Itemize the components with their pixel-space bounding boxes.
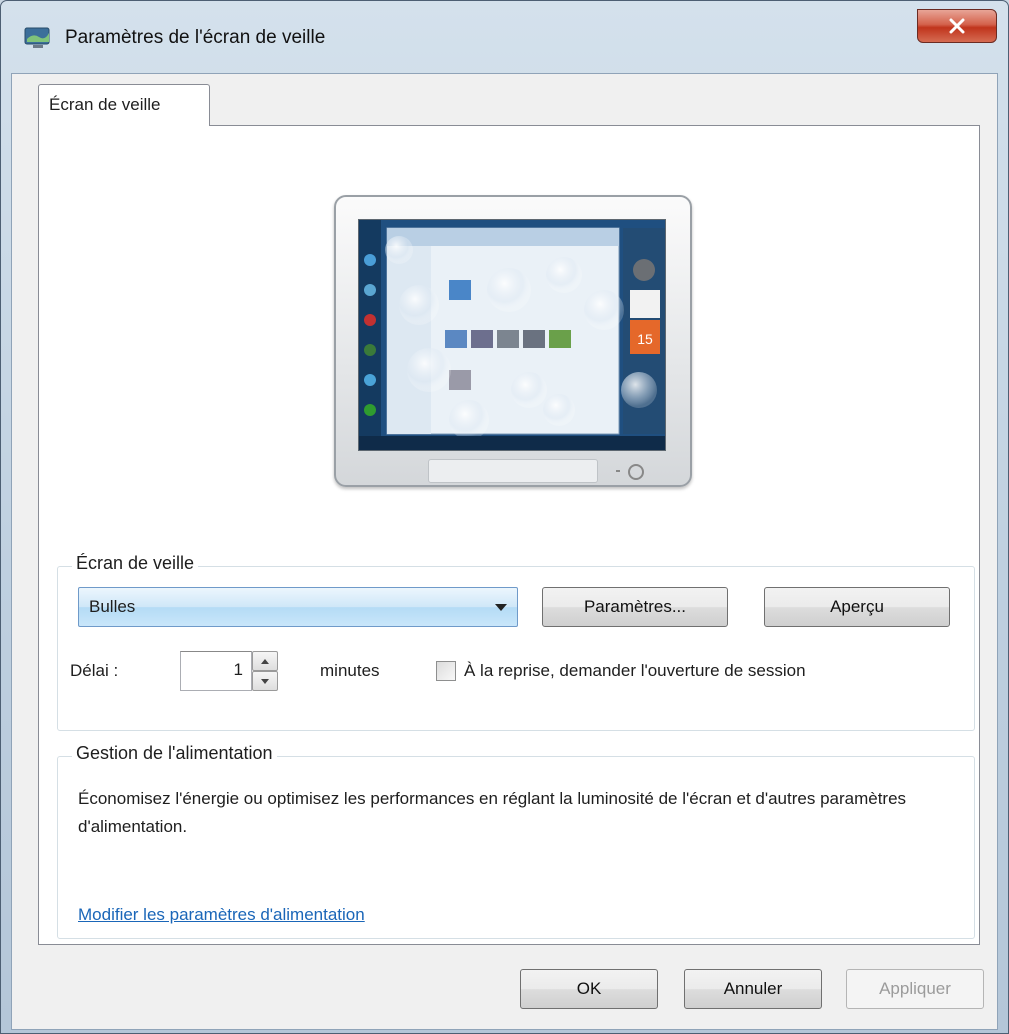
title-bar[interactable]: Paramètres de l'écran de veille [1,1,1008,73]
monitor-indicator [616,470,620,472]
screensaver-select-value: Bulles [89,597,136,616]
power-icon [628,464,644,480]
close-button[interactable] [917,9,997,43]
delay-label: Délai : [70,661,119,680]
monitor-preview: 15 [334,195,692,487]
tab-panel: 15 Écran de veille Bulles Paramètres... … [38,125,980,945]
preview-screen: 15 [358,219,666,451]
screensaver-group-legend: Écran de veille [72,553,199,574]
dialog-body: Écran de veille 15 Écran de veille Bulle… [11,73,998,1030]
monitor-bezel-slot [428,459,598,483]
dialog-window: Paramètres de l'écran de veille Écran de… [0,0,1009,1034]
screensaver-group: Écran de veille Bulles Paramètres... Ape… [57,553,975,731]
cancel-button[interactable]: Annuler [684,969,822,1009]
settings-button[interactable]: Paramètres... [542,587,728,627]
screensaver-select[interactable]: Bulles [78,587,518,627]
resume-logon-label[interactable]: À la reprise, demander l'ouverture de se… [464,661,806,681]
calendar-day: 15 [637,331,653,347]
minutes-label: minutes [320,661,380,680]
tab-screensaver[interactable]: Écran de veille [38,84,210,126]
preview-button[interactable]: Aperçu [764,587,950,627]
power-settings-link[interactable]: Modifier les paramètres d'alimentation [78,905,365,925]
delay-spinner[interactable] [252,651,278,691]
spin-up-button[interactable] [252,651,278,671]
apply-button[interactable]: Appliquer [846,969,984,1009]
ok-button[interactable]: OK [520,969,658,1009]
delay-input[interactable]: 1 [180,651,252,691]
spin-down-button[interactable] [252,671,278,691]
screensaver-app-icon [24,27,50,48]
dropdown-arrow-icon [495,604,507,611]
window-title: Paramètres de l'écran de veille [65,27,326,48]
resume-logon-checkbox[interactable] [436,661,456,681]
desktop-preview-image: 15 [359,220,665,450]
up-arrow-icon [261,658,269,664]
power-group-legend: Gestion de l'alimentation [72,743,277,764]
power-description: Économisez l'énergie ou optimisez les pe… [78,789,907,836]
close-icon [949,18,965,34]
down-arrow-icon [261,678,269,684]
power-management-group: Gestion de l'alimentation Économisez l'é… [57,743,975,939]
